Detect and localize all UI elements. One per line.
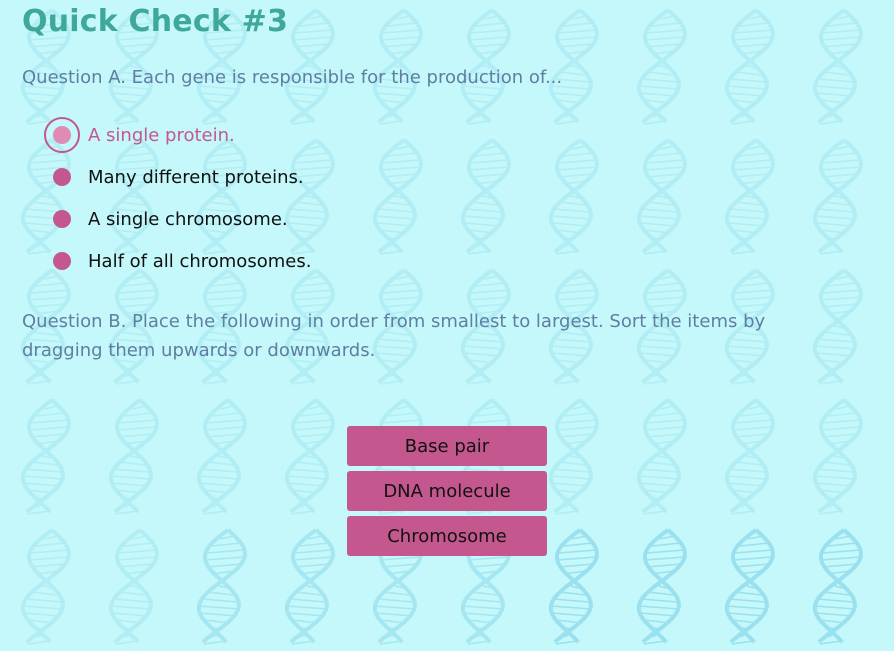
question-a-text: Question A. Each gene is responsible for…: [22, 67, 563, 88]
quiz-page: Quick Check #3 Question A. Each gene is …: [0, 0, 894, 651]
option-b-many-proteins[interactable]: Many different proteins.: [42, 156, 311, 198]
question-b-text: Question B. Place the following in order…: [22, 311, 766, 361]
radio-dot-icon[interactable]: [42, 241, 82, 281]
page-title: Quick Check #3: [22, 4, 289, 39]
option-label: Many different proteins.: [88, 166, 304, 188]
option-a-single-protein[interactable]: A single protein.: [42, 114, 311, 156]
option-label: A single protein.: [88, 124, 235, 146]
option-label: A single chromosome.: [88, 208, 288, 230]
option-d-half-chromosomes[interactable]: Half of all chromosomes.: [42, 240, 311, 282]
sort-item-dna-molecule[interactable]: DNA molecule: [347, 471, 547, 511]
sortable-list: Base pair DNA molecule Chromosome: [347, 426, 547, 561]
sort-item-chromosome[interactable]: Chromosome: [347, 516, 547, 556]
option-label: Half of all chromosomes.: [88, 250, 312, 272]
radio-dot-icon[interactable]: [42, 157, 82, 197]
radio-dot-icon[interactable]: [42, 199, 82, 239]
radio-selected-icon[interactable]: [42, 115, 82, 155]
sort-item-base-pair[interactable]: Base pair: [347, 426, 547, 466]
question-a-options: A single protein. Many different protein…: [42, 114, 311, 282]
option-c-single-chromosome[interactable]: A single chromosome.: [42, 198, 311, 240]
